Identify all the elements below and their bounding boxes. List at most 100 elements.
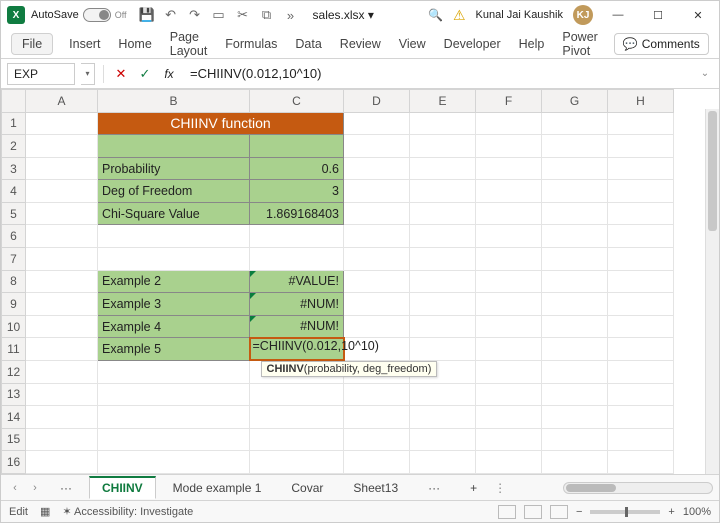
row-header[interactable]: 1: [2, 112, 26, 135]
row-header[interactable]: 8: [2, 270, 26, 293]
sheet-options-icon[interactable]: ⋮: [494, 481, 506, 495]
sheet-tab-more[interactable]: ···: [47, 477, 85, 499]
cell[interactable]: CHIINV function: [98, 112, 344, 135]
cell[interactable]: 0.6: [250, 157, 344, 180]
tab-power-pivot[interactable]: Power Pivot: [560, 26, 599, 62]
toggle-off-icon[interactable]: [83, 8, 111, 22]
cell[interactable]: Example 2: [98, 270, 250, 293]
row-header[interactable]: 4: [2, 180, 26, 203]
col-header[interactable]: H: [608, 90, 674, 113]
tab-insert[interactable]: Insert: [67, 33, 102, 55]
cell[interactable]: 1.869168403: [250, 202, 344, 225]
copy-icon[interactable]: ⧉: [259, 7, 275, 23]
tab-file[interactable]: File: [11, 33, 53, 55]
filename[interactable]: sales.xlsx ▾: [313, 8, 374, 22]
cell[interactable]: [250, 135, 344, 158]
save-icon[interactable]: 💾: [139, 7, 155, 23]
search-icon[interactable]: 🔍: [428, 8, 443, 22]
row-header[interactable]: 14: [2, 406, 26, 429]
tab-review[interactable]: Review: [338, 33, 383, 55]
active-cell[interactable]: =CHIINV(0.012,10^10) CHIINV(probability,…: [250, 338, 344, 361]
new-sheet-icon[interactable]: +: [457, 477, 490, 499]
tab-help[interactable]: Help: [517, 33, 547, 55]
close-icon[interactable]: ✕: [683, 5, 713, 25]
zoom-slider[interactable]: [590, 510, 660, 514]
cell[interactable]: Example 4: [98, 315, 250, 338]
cell[interactable]: Chi-Square Value: [98, 202, 250, 225]
row-header[interactable]: 15: [2, 428, 26, 451]
row-header[interactable]: 10: [2, 315, 26, 338]
sheet-tab[interactable]: Mode example 1: [160, 477, 275, 499]
minimize-icon[interactable]: —: [603, 5, 633, 25]
spreadsheet-grid[interactable]: A B C D E F G H 1CHIINV function 2 3Prob…: [1, 89, 719, 474]
name-box-dropdown-icon[interactable]: ▾: [81, 63, 95, 85]
expand-formula-icon[interactable]: ⌄: [697, 68, 713, 79]
select-all-corner[interactable]: [2, 90, 26, 113]
row-header[interactable]: 2: [2, 135, 26, 158]
row-header[interactable]: 5: [2, 202, 26, 225]
warning-icon[interactable]: ⚠: [453, 7, 466, 24]
row-header[interactable]: 13: [2, 383, 26, 406]
col-header[interactable]: B: [98, 90, 250, 113]
cell[interactable]: Example 3: [98, 293, 250, 316]
col-header[interactable]: C: [250, 90, 344, 113]
tab-page-layout[interactable]: Page Layout: [168, 26, 210, 62]
vertical-scrollbar[interactable]: [705, 109, 719, 474]
comments-button[interactable]: 💬 Comments: [614, 33, 709, 55]
row-header[interactable]: 9: [2, 293, 26, 316]
stats-icon[interactable]: ▦: [40, 505, 50, 518]
accessibility-status[interactable]: ✶ Accessibility: Investigate: [62, 505, 193, 518]
sheet-tab-active[interactable]: CHIINV: [89, 476, 156, 499]
cell[interactable]: #NUM!: [250, 293, 344, 316]
redo-icon[interactable]: ↷: [187, 7, 203, 23]
tab-formulas[interactable]: Formulas: [223, 33, 279, 55]
maximize-icon[interactable]: ☐: [643, 5, 673, 25]
row-header[interactable]: 3: [2, 157, 26, 180]
more-icon[interactable]: »: [283, 7, 299, 23]
cell[interactable]: #VALUE!: [250, 270, 344, 293]
function-tooltip[interactable]: CHIINV(probability, deg_freedom): [261, 361, 438, 377]
zoom-out-icon[interactable]: −: [576, 506, 582, 518]
horizontal-scrollbar[interactable]: [563, 482, 713, 494]
cell[interactable]: [98, 135, 250, 158]
sheet-tab[interactable]: Covar: [278, 477, 336, 499]
row-header[interactable]: 12: [2, 360, 26, 383]
zoom-in-icon[interactable]: +: [668, 506, 674, 518]
tab-developer[interactable]: Developer: [442, 33, 503, 55]
col-header[interactable]: E: [410, 90, 476, 113]
col-header[interactable]: F: [476, 90, 542, 113]
row-header[interactable]: 7: [2, 248, 26, 271]
tab-home[interactable]: Home: [116, 33, 153, 55]
col-header[interactable]: D: [344, 90, 410, 113]
tab-view[interactable]: View: [397, 33, 428, 55]
sheet-tab[interactable]: Sheet13: [340, 477, 411, 499]
col-header[interactable]: G: [542, 90, 608, 113]
cell[interactable]: #NUM!: [250, 315, 344, 338]
sheet-tab-overflow[interactable]: ···: [415, 477, 453, 499]
enter-icon[interactable]: ✓: [136, 65, 154, 83]
row-header[interactable]: 16: [2, 451, 26, 474]
cancel-icon[interactable]: ✕: [112, 65, 130, 83]
cell[interactable]: Example 5: [98, 338, 250, 361]
page-break-view-icon[interactable]: [550, 505, 568, 519]
touch-icon[interactable]: ▭: [211, 7, 227, 23]
zoom-level[interactable]: 100%: [683, 506, 711, 518]
formula-input[interactable]: =CHIINV(0.012,10^10): [184, 66, 691, 81]
sheet-nav-prev-icon[interactable]: ‹: [7, 482, 23, 494]
col-header[interactable]: A: [26, 90, 98, 113]
cell[interactable]: 3: [250, 180, 344, 203]
row-header[interactable]: 6: [2, 225, 26, 248]
sheet-nav-next-icon[interactable]: ›: [27, 482, 43, 494]
tab-data[interactable]: Data: [293, 33, 323, 55]
cut-icon[interactable]: ✂: [235, 7, 251, 23]
page-layout-view-icon[interactable]: [524, 505, 542, 519]
name-box[interactable]: EXP: [7, 63, 75, 85]
row-header[interactable]: 11: [2, 338, 26, 361]
normal-view-icon[interactable]: [498, 505, 516, 519]
user-avatar[interactable]: KJ: [573, 5, 593, 25]
cell[interactable]: Deg of Freedom: [98, 180, 250, 203]
user-name[interactable]: Kunal Jai Kaushik: [476, 9, 563, 21]
undo-icon[interactable]: ↶: [163, 7, 179, 23]
cell[interactable]: Probability: [98, 157, 250, 180]
autosave-toggle[interactable]: AutoSave Off: [31, 8, 127, 22]
